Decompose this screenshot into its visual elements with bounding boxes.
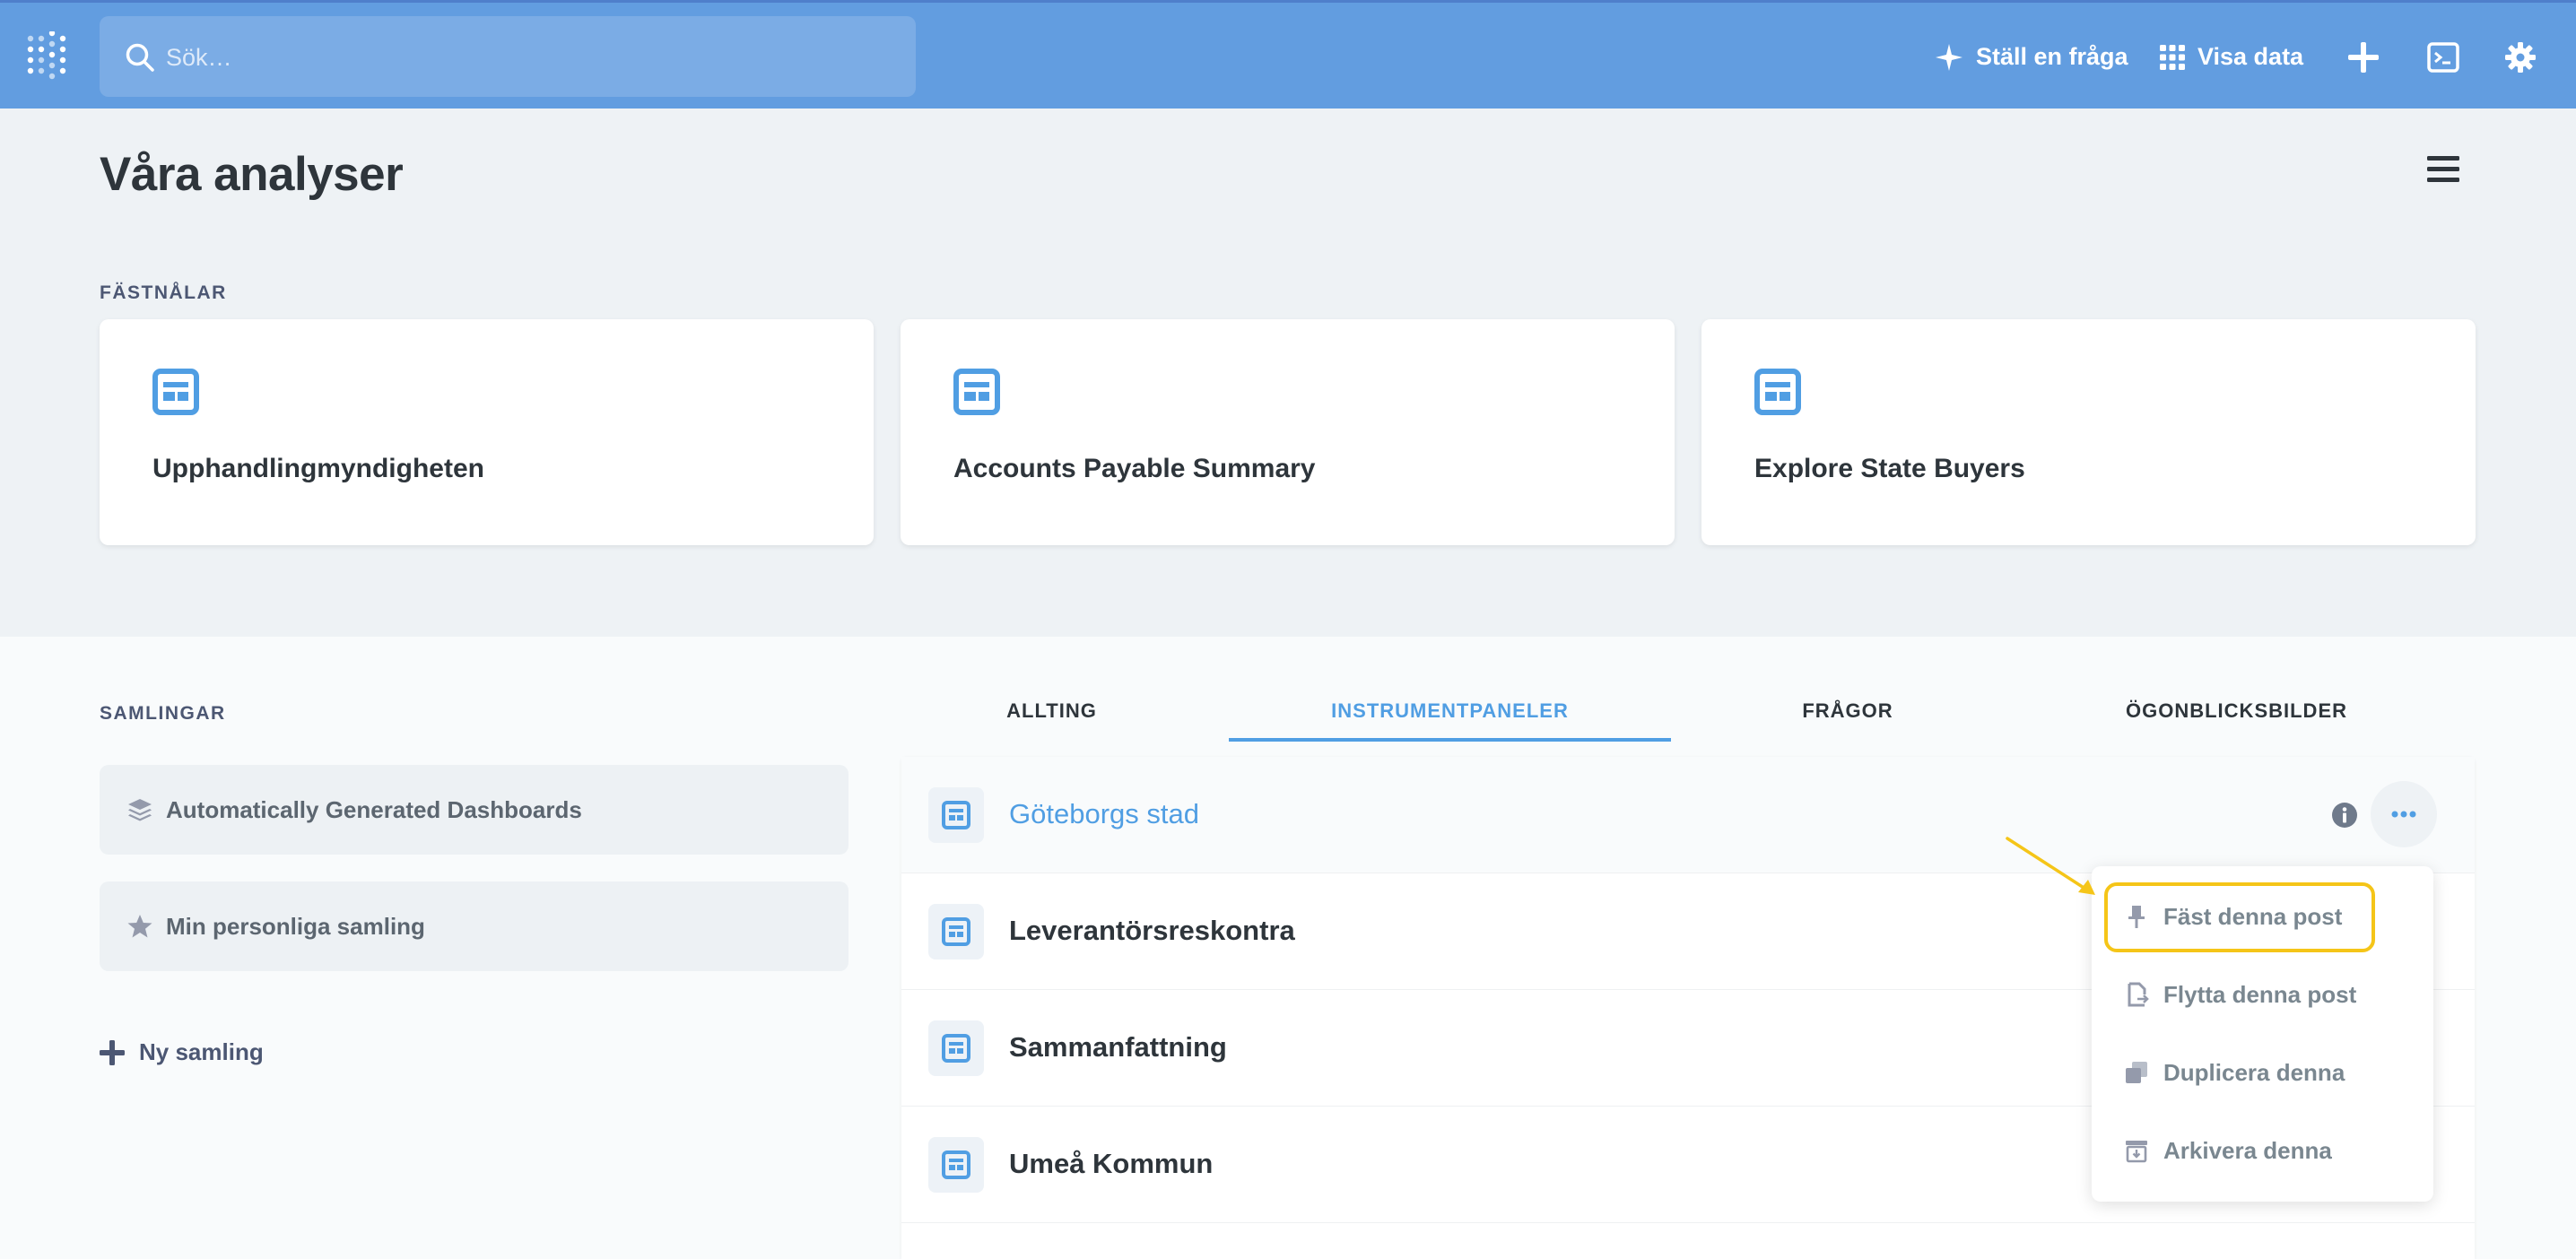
- ask-question-label: Ställ en fråga: [1976, 43, 2128, 70]
- ellipsis-icon: [2391, 811, 2416, 818]
- dashboard-icon: [942, 917, 970, 946]
- tab-snapshots[interactable]: ÖGONBLICKSBILDER: [2081, 699, 2392, 742]
- dashboard-icon: [1754, 369, 1801, 415]
- collections-section-label: SAMLINGAR: [100, 703, 226, 724]
- menu-icon[interactable]: [2427, 156, 2459, 183]
- settings-button[interactable]: [2504, 3, 2537, 111]
- native-query-button[interactable]: [2427, 3, 2459, 111]
- tab-everything[interactable]: ALLTING: [942, 699, 1162, 742]
- list-item[interactable]: Göteborgs stad: [901, 757, 2475, 873]
- search-bar[interactable]: [100, 16, 916, 97]
- dashboard-icon: [942, 1150, 970, 1179]
- pinned-card-title: Explore State Buyers: [1754, 454, 2025, 483]
- item-actions-menu: Fäst denna post Flytta denna post Duplic…: [2092, 866, 2433, 1202]
- star-icon: [127, 915, 152, 938]
- archive-icon: [2126, 1141, 2147, 1163]
- dashboard-icon: [953, 369, 1000, 415]
- plus-icon: [2348, 41, 2379, 73]
- sparkle-icon: [1936, 43, 1962, 71]
- dashboard-icon: [942, 801, 970, 829]
- dashboard-icon: [152, 369, 199, 415]
- pinned-card[interactable]: Upphandlingmyndigheten: [100, 319, 874, 545]
- active-tab-indicator: [1229, 738, 1671, 742]
- pins-section-label: FÄSTNÅLAR: [100, 282, 227, 303]
- plus-icon: [100, 1039, 125, 1065]
- sql-editor-icon: [2427, 41, 2459, 73]
- menu-item-move[interactable]: Flytta denna post: [2092, 959, 2433, 1030]
- more-options-button[interactable]: [2371, 781, 2437, 847]
- pinned-card[interactable]: Accounts Payable Summary: [901, 319, 1675, 545]
- menu-item-duplicate[interactable]: Duplicera denna: [2092, 1037, 2433, 1108]
- info-icon[interactable]: [2331, 802, 2358, 829]
- list-item-icon-box: [928, 904, 984, 959]
- metabase-logo-icon[interactable]: [27, 31, 70, 82]
- ask-question-button[interactable]: Ställ en fråga: [1935, 3, 2128, 111]
- new-collection-button[interactable]: Ny samling: [100, 1038, 264, 1066]
- menu-item-pin[interactable]: Fäst denna post: [2092, 881, 2433, 952]
- pinned-card-title: Upphandlingmyndigheten: [152, 454, 484, 483]
- new-button[interactable]: [2348, 3, 2379, 111]
- pin-icon: [2128, 906, 2145, 928]
- list-item-icon-box: [928, 1137, 984, 1193]
- list-item-icon-box: [928, 1020, 984, 1076]
- tab-dashboards[interactable]: INSTRUMENTPANELER: [1229, 699, 1671, 742]
- pinned-card[interactable]: Explore State Buyers: [1701, 319, 2476, 545]
- top-navbar: Ställ en fråga Visa data: [0, 0, 2576, 109]
- move-icon: [2128, 982, 2149, 1007]
- collection-item-auto-dashboards[interactable]: Automatically Generated Dashboards: [100, 765, 849, 855]
- layers-icon: [128, 799, 152, 821]
- list-item-icon-box: [928, 787, 984, 843]
- collection-item-personal[interactable]: Min personliga samling: [100, 881, 849, 971]
- browse-data-label: Visa data: [2197, 43, 2304, 70]
- new-collection-label: Ny samling: [139, 1038, 264, 1065]
- tab-questions[interactable]: FRÅGOR: [1740, 699, 1955, 742]
- menu-item-archive[interactable]: Arkivera denna: [2092, 1115, 2433, 1186]
- gear-icon: [2505, 41, 2536, 73]
- menu-item-label: Arkivera denna: [2163, 1136, 2332, 1164]
- menu-item-label: Fäst denna post: [2163, 902, 2343, 930]
- list-item-title: Sammanfattning: [1009, 1031, 1227, 1063]
- menu-item-label: Duplicera denna: [2163, 1058, 2345, 1086]
- list-item-title: Göteborgs stad: [1009, 798, 1199, 829]
- duplicate-icon: [2126, 1062, 2147, 1083]
- collection-item-label: Min personliga samling: [166, 912, 425, 940]
- browse-data-button[interactable]: Visa data: [2160, 3, 2303, 111]
- pinned-card-title: Accounts Payable Summary: [953, 454, 1316, 483]
- list-item-title: Umeå Kommun: [1009, 1148, 1214, 1179]
- menu-item-label: Flytta denna post: [2163, 980, 2357, 1008]
- grid-icon: [2160, 44, 2185, 70]
- search-icon: [126, 43, 154, 72]
- search-input[interactable]: [164, 32, 885, 82]
- page-title: Våra analyser: [100, 148, 404, 201]
- list-item-title: Leverantörsreskontra: [1009, 915, 1295, 946]
- dashboard-icon: [942, 1034, 970, 1063]
- collection-item-label: Automatically Generated Dashboards: [166, 795, 582, 823]
